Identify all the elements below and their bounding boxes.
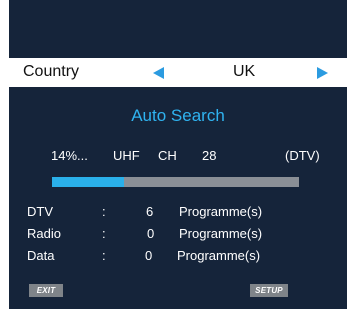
result-separator: : [102, 248, 106, 263]
country-value: UK [233, 63, 256, 80]
result-separator: : [102, 226, 106, 241]
search-percent: 14%... [51, 148, 88, 163]
result-unit: Programme(s) [179, 226, 263, 241]
result-label-dtv: DTV [27, 204, 53, 219]
country-label: Country [23, 63, 80, 80]
frame-edge [0, 264, 9, 309]
page-title: Auto Search [131, 106, 225, 125]
search-progress-fill [52, 177, 124, 187]
arrow-left-icon[interactable] [153, 67, 164, 79]
result-count-data: 0 [145, 248, 153, 263]
search-progress-bar [52, 177, 299, 187]
setup-button[interactable]: SETUP [250, 284, 288, 297]
channel-label: CH [158, 148, 177, 163]
country-selector[interactable]: Country UK [9, 58, 347, 87]
result-count-radio: 0 [147, 226, 155, 241]
exit-button[interactable]: EXIT [29, 284, 63, 297]
signal-type: (DTV) [285, 148, 320, 163]
result-unit: Programme(s) [177, 248, 261, 263]
channel-number: 28 [202, 148, 217, 163]
arrow-right-icon[interactable] [317, 67, 328, 79]
result-unit: Programme(s) [179, 204, 263, 219]
auto-search-screen: Country UK Auto Search 14%... UHF CH 28 … [9, 0, 347, 309]
band-label: UHF [113, 148, 140, 163]
result-label-radio: Radio [27, 226, 61, 241]
result-separator: : [102, 204, 106, 219]
result-count-dtv: 6 [146, 204, 154, 219]
result-label-data: Data [27, 248, 55, 263]
